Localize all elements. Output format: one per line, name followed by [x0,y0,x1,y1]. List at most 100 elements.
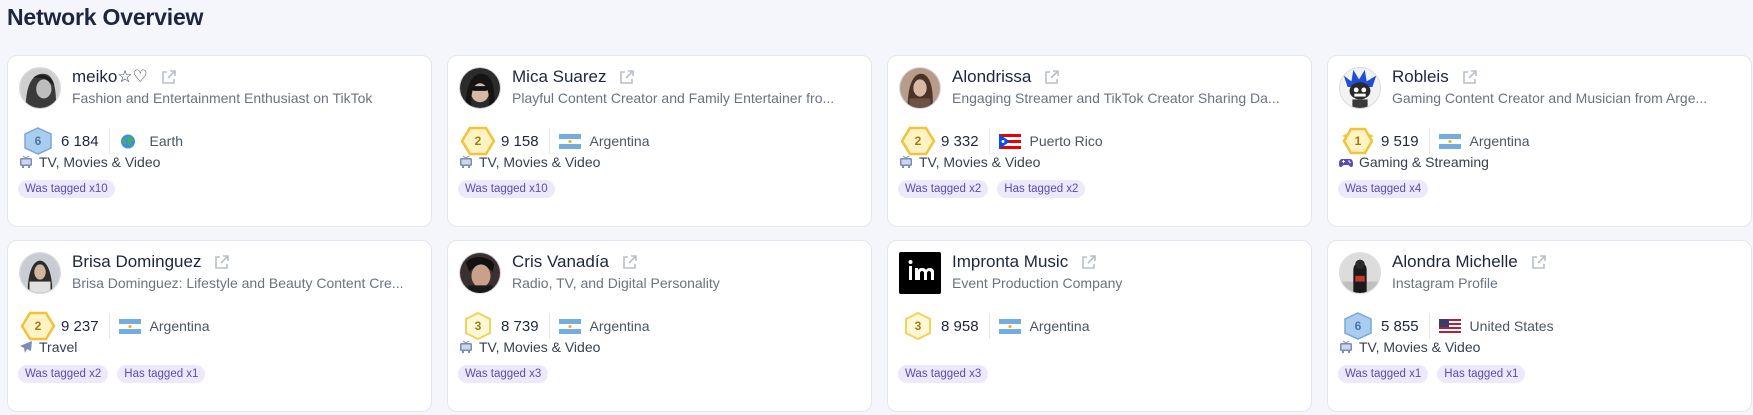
score: 9 332 [941,132,979,150]
profile-name[interactable]: Brisa Dominguez [72,252,201,272]
tag-list: Was tagged x2 Has tagged x2 [898,180,1086,198]
category-label: TV, Movies & Video [39,154,161,170]
divider [988,128,990,154]
tag-list: Was tagged x2 Has tagged x1 [18,365,206,383]
tag-chip[interactable]: Was tagged x1 [1338,365,1429,383]
tag-chip[interactable]: Was tagged x3 [458,365,549,383]
external-link-icon[interactable] [1461,69,1478,86]
rank-badge: 3 [900,311,936,341]
argentina-flag-icon [558,133,581,149]
argentina-flag-icon [1438,133,1461,149]
external-link-icon[interactable] [618,69,635,86]
category: TV, Movies & Video [1339,339,1480,355]
category-label: TV, Movies & Video [1359,339,1481,355]
tv-icon [1339,340,1353,354]
avatar[interactable] [19,67,61,109]
category-label: TV, Movies & Video [479,339,601,355]
location: Argentina [149,318,210,334]
location: Argentina [589,133,650,149]
tv-icon [459,340,473,354]
score: 9 158 [501,132,539,150]
gamepad-icon [1339,155,1353,169]
profile-stats: 6 6 184 Earth [20,126,183,156]
tag-chip[interactable]: Was tagged x10 [458,180,555,198]
profile-name[interactable]: Cris Vanadía [512,252,609,272]
tag-list: Was tagged x1 Has tagged x1 [1338,365,1526,383]
profile-name[interactable]: Impronta Music [952,252,1068,272]
score: 8 958 [941,317,979,335]
profile-description: Playful Content Creator and Family Enter… [512,90,835,106]
external-link-icon[interactable] [621,254,638,271]
divider [108,128,110,154]
argentina-flag-icon [558,318,581,334]
profile-card[interactable]: Brisa Dominguez Brisa Dominguez: Lifesty… [7,240,432,412]
category-label: Travel [39,339,78,355]
tag-chip[interactable]: Has tagged x1 [117,365,206,383]
avatar[interactable] [459,67,501,109]
score: 9 237 [61,317,99,335]
score: 9 519 [1381,132,1419,150]
divider [1428,313,1430,339]
tag-list: Was tagged x3 [458,365,549,383]
tag-chip[interactable]: Was tagged x4 [1338,180,1429,198]
profile-card[interactable]: Mica Suarez Playful Content Creator and … [447,55,872,227]
avatar[interactable] [899,67,941,109]
profile-stats: 2 9 237 Argentina [20,311,209,341]
location: Puerto Rico [1029,133,1103,149]
category: Travel [19,339,77,355]
tv-icon [19,155,33,169]
external-link-icon[interactable] [213,254,230,271]
tag-chip[interactable]: Has tagged x2 [997,180,1086,198]
profile-card[interactable]: meiko☆♡ Fashion and Entertainment Enthus… [7,55,432,227]
external-link-icon[interactable] [1530,254,1547,271]
argentina-flag-icon [118,318,141,334]
category-label: Gaming & Streaming [1359,154,1489,170]
external-link-icon[interactable] [1043,69,1060,86]
tag-chip[interactable]: Has tagged x1 [1437,365,1526,383]
profile-description: Event Production Company [952,275,1123,291]
category: Gaming & Streaming [1339,154,1489,170]
tag-chip[interactable]: Was tagged x2 [18,365,109,383]
avatar[interactable] [19,252,61,294]
rank-badge: 2 [20,311,56,341]
rank-badge: 1 [1340,126,1376,156]
profile-card[interactable]: Robleis Gaming Content Creator and Music… [1327,55,1752,227]
airplane-icon [19,340,33,354]
profile-description: Fashion and Entertainment Enthusiast on … [72,90,373,106]
divider [548,313,550,339]
rank-badge: 3 [460,311,496,341]
avatar[interactable] [1339,67,1381,109]
tag-list: Was tagged x10 [18,180,115,198]
score: 6 184 [61,132,99,150]
profile-stats: 1 9 519 Argentina [1340,126,1529,156]
profile-card[interactable]: Alondrissa Engaging Streamer and TikTok … [887,55,1312,227]
puerto-rico-flag-icon [998,133,1021,149]
divider [1428,128,1430,154]
profile-name[interactable]: Robleis [1392,67,1449,87]
category-label: TV, Movies & Video [919,154,1041,170]
profile-name[interactable]: Alondra Michelle [1392,252,1518,272]
avatar[interactable] [899,252,941,294]
profile-name[interactable]: Mica Suarez [512,67,606,87]
location: Earth [149,133,184,149]
profile-name[interactable]: Alondrissa [952,67,1031,87]
page-title: Network Overview [7,4,204,30]
profile-card[interactable]: Cris Vanadía Radio, TV, and Digital Pers… [447,240,872,412]
profile-stats: 3 8 739 Argentina [460,311,649,341]
tag-chip[interactable]: Was tagged x3 [898,365,989,383]
profile-card[interactable]: Alondra Michelle Instagram Profile 6 5 8… [1327,240,1752,412]
profile-name[interactable]: meiko☆♡ [72,67,148,87]
avatar[interactable] [459,252,501,294]
tag-chip[interactable]: Was tagged x2 [898,180,989,198]
profile-stats: 2 9 332 Puerto Rico [900,126,1103,156]
tv-icon [459,155,473,169]
profile-stats: 2 9 158 Argentina [460,126,649,156]
external-link-icon[interactable] [1080,254,1097,271]
avatar[interactable] [1339,252,1381,294]
external-link-icon[interactable] [160,69,177,86]
profile-description: Engaging Streamer and TikTok Creator Sha… [952,90,1280,106]
location: United States [1469,318,1554,334]
location: Argentina [589,318,650,334]
tag-chip[interactable]: Was tagged x10 [18,180,115,198]
profile-card[interactable]: Impronta Music Event Production Company … [887,240,1312,412]
